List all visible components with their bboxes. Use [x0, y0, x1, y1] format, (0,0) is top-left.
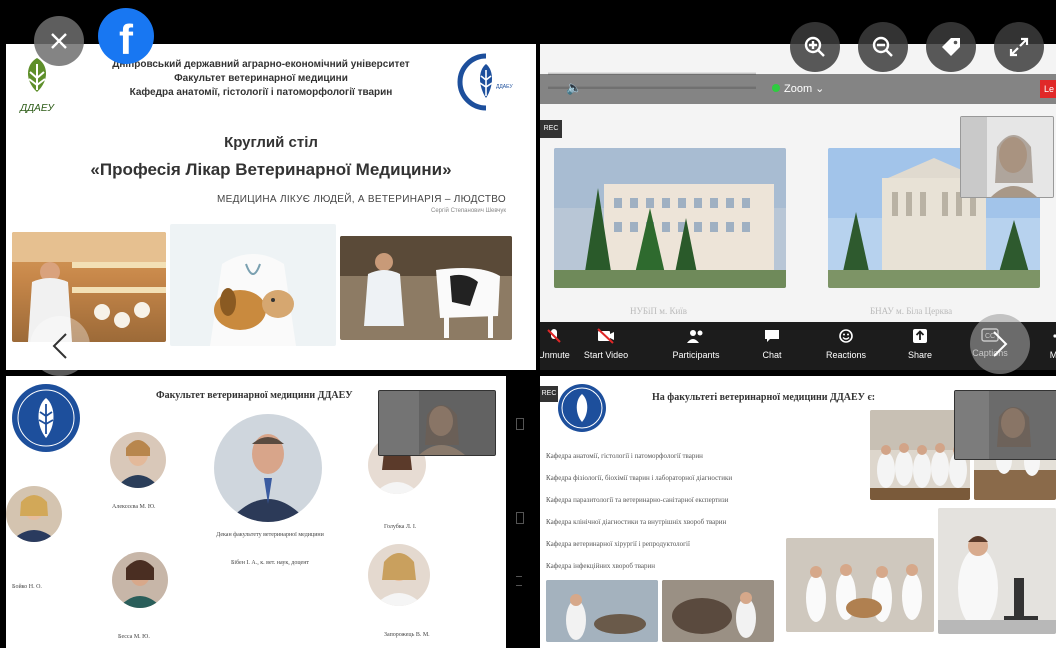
staff-photo-1	[110, 432, 166, 488]
audio-icon[interactable]: 🔈	[566, 80, 582, 96]
caption-bila-tserkva: БНАУ м. Біла Церква	[870, 306, 953, 316]
staff-photo-5	[368, 544, 430, 606]
next-button[interactable]	[970, 314, 1030, 374]
department-item: Кафедра ветеринарної хірургії і репродук…	[546, 540, 690, 548]
tag-icon	[942, 38, 960, 56]
chevron-right-icon	[993, 331, 1008, 357]
more-icon	[1030, 328, 1056, 346]
staff-photo-dean	[214, 414, 322, 522]
video-off-icon	[576, 328, 636, 346]
toolbar-label: Participants	[672, 350, 720, 360]
sidebar-marker-3[interactable]	[516, 576, 522, 586]
microscope-photo	[938, 508, 1056, 634]
toolbar-label: Share	[907, 350, 933, 360]
zoom-in-icon	[804, 36, 825, 57]
staff-name-2: Бойко Н. О.	[12, 584, 42, 590]
animal-exam-photo	[786, 538, 934, 632]
poultry-photo	[12, 232, 166, 342]
vet-calf-photo	[340, 236, 512, 340]
previous-button[interactable]	[30, 316, 90, 376]
zoom-label: Zoom	[784, 83, 813, 95]
department-item: Кафедра фізіології, біохімії тварин і ла…	[546, 474, 733, 482]
caption-kyiv: НУБіП м. Київ	[630, 306, 688, 316]
toolbar-button-start-video[interactable]: Start Video	[576, 328, 636, 360]
event-name: Круглий стіл	[224, 134, 318, 151]
dean-caption: Декан факультету ветеринарної медицини	[216, 532, 324, 538]
rec-badge-2: REC	[540, 386, 558, 402]
tag-button[interactable]	[926, 22, 976, 72]
staff-name-5: Запорожець В. М.	[384, 632, 430, 638]
staff-name-1: Алексєєва М. Ю.	[112, 504, 156, 510]
toolbar-button-participants[interactable]: Participants	[666, 328, 726, 360]
participant-video-tile-3	[954, 390, 1056, 460]
fullscreen-icon	[1009, 37, 1029, 57]
department-name: Кафедра анатомії, гістології і патоморфо…	[129, 87, 393, 98]
leave-button[interactable]: Le	[1040, 80, 1056, 98]
toolbar-button-reactions[interactable]: Reactions	[816, 328, 876, 360]
building-photo-kyiv	[554, 148, 786, 288]
staff-photo-3	[112, 552, 168, 608]
slide-title: «Професія Лікар Ветеринарної Медицини»	[90, 160, 452, 179]
staff-name-3: Бесса М. Ю.	[118, 634, 150, 640]
toolbar-label: Start Video	[583, 350, 629, 360]
department-item: Кафедра паразитології та ветеринарно-сан…	[546, 496, 729, 504]
quote-text: МЕДИЦИНА ЛІКУЄ ЛЮДЕЙ, А ВЕТЕРИНАРІЯ – ЛЮ…	[217, 194, 506, 205]
university-logo-right: ДДАЕУ	[456, 52, 516, 112]
staff-photo-2	[6, 486, 62, 542]
sidebar-marker-1[interactable]	[516, 418, 524, 430]
toolbar-button-share[interactable]: Share	[890, 328, 950, 360]
faculty-logo	[12, 384, 80, 452]
zoom-top-bar: 🔈 Zoom ⌄ Le	[540, 74, 1056, 104]
facebook-button[interactable]: f	[98, 8, 154, 64]
quote-author: Сергій Степанович Шевчук	[431, 208, 506, 214]
department-item: Кафедра інфекційних хвороб тварин	[546, 562, 656, 570]
department-item: Кафедра анатомії, гістології і патоморфо…	[546, 452, 703, 460]
practice-photo-2	[662, 580, 774, 642]
svg-text:ДДАЕУ: ДДАЕУ	[496, 84, 513, 90]
reactions-icon	[816, 328, 876, 346]
encryption-shield-icon	[772, 84, 780, 92]
faculty-logo-2	[558, 384, 606, 432]
logo-text: ДДАЕУ	[20, 103, 54, 114]
toolbar-label: Unmute	[540, 350, 570, 360]
zoom-out-icon	[872, 36, 893, 57]
zoom-in-button[interactable]	[790, 22, 840, 72]
close-icon	[51, 33, 67, 49]
toolbar-label: Reactions	[825, 350, 867, 360]
departments-title: На факультеті ветеринарної медицини ДДАЕ…	[652, 392, 876, 403]
toolbar-label: Chat	[762, 350, 782, 360]
sidebar-marker-2[interactable]	[516, 512, 524, 524]
zoom-status[interactable]: Zoom ⌄	[772, 82, 824, 95]
share-icon	[890, 328, 950, 346]
department-item: Кафедра клінічної діагностики та внутріш…	[546, 518, 727, 526]
chevron-left-icon	[52, 333, 67, 359]
faculty-name: Факультет ветеринарної медицини	[174, 73, 348, 84]
faculty-departments-panel: REC На факультеті ветеринарної медицини …	[540, 376, 1056, 648]
vet-dog-photo	[170, 224, 336, 346]
dean-name: Бібен І. А., к. вет. наук, доцент	[230, 560, 310, 566]
chat-icon	[742, 328, 802, 346]
toolbar-button-more[interactable]: More	[1030, 328, 1056, 360]
slide-sidebar	[506, 376, 536, 648]
rec-badge: REC	[540, 120, 562, 138]
participant-video-tile-2	[378, 390, 496, 456]
faculty-staff-panel: Факультет ветеринарної медицини ДДАЕУ Ал…	[6, 376, 506, 648]
staff-name-4: Голубка Л. І.	[384, 524, 417, 530]
close-button[interactable]	[34, 16, 84, 66]
participant-video-tile	[960, 116, 1054, 198]
zoom-out-button[interactable]	[858, 22, 908, 72]
toolbar-button-chat[interactable]: Chat	[742, 328, 802, 360]
slide-title-panel: ДДАЕУ Дніпровський державний аграрно-еко…	[6, 44, 536, 370]
facebook-icon: f	[119, 16, 133, 63]
participants-icon	[666, 328, 726, 346]
fullscreen-button[interactable]	[994, 22, 1044, 72]
practice-photo-1	[546, 580, 658, 642]
toolbar-label: More	[1049, 350, 1056, 360]
